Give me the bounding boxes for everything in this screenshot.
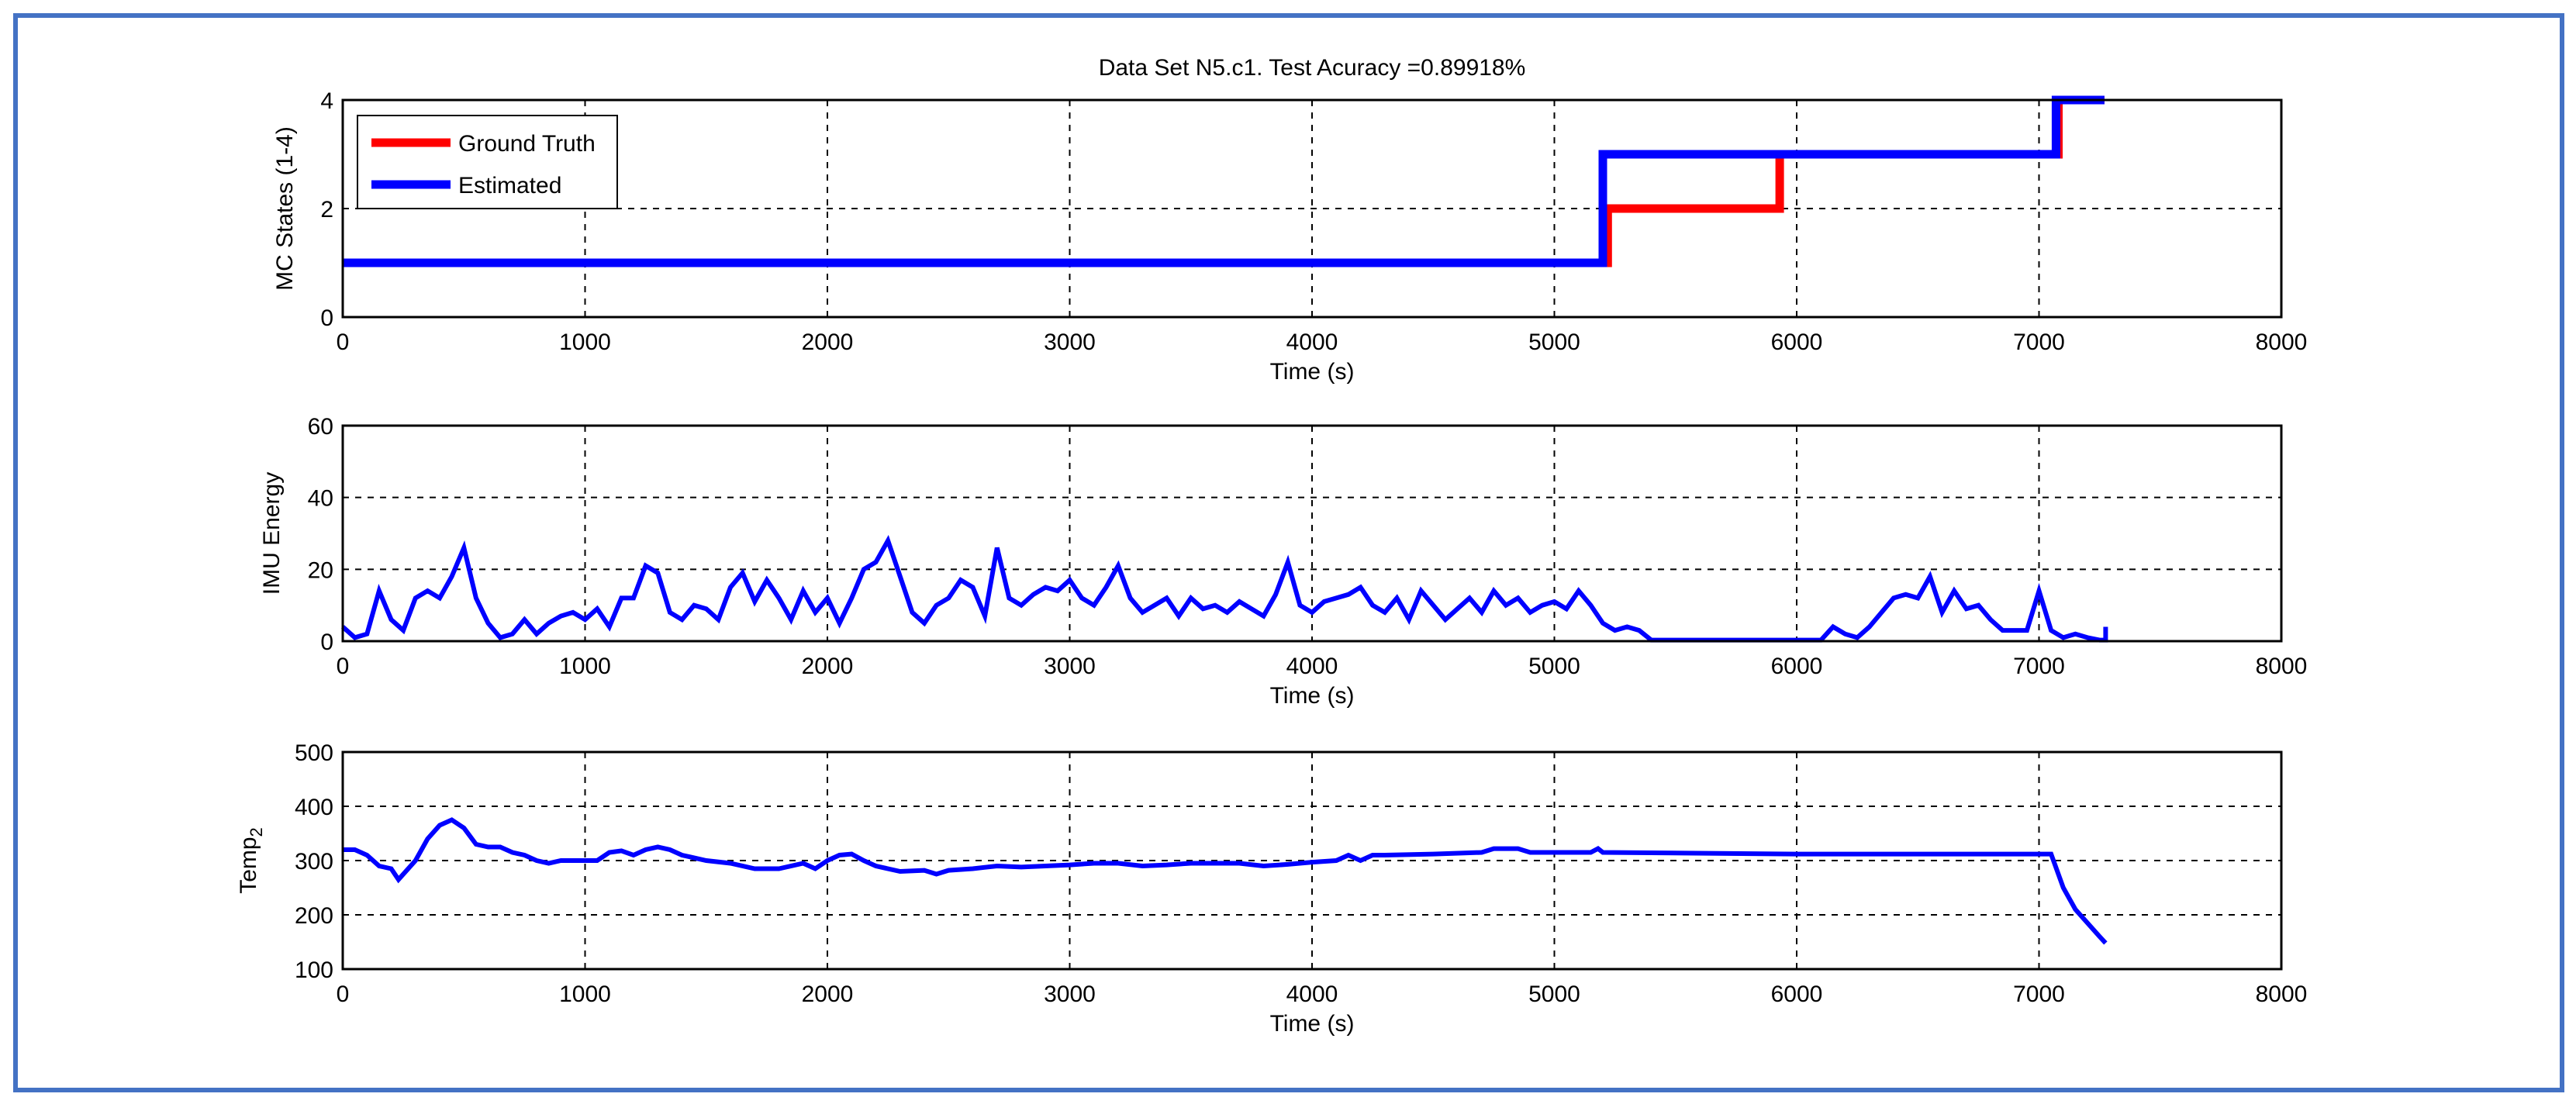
y-tick-label: 40 [308, 486, 333, 512]
temperature-axes: 0 1000 2000 3000 4000 5000 6000 7000 8000 100 200 3… [236, 740, 2307, 1037]
y-axis-label: MC States (1-4) [272, 126, 298, 291]
x-tick-label: 2000 [802, 982, 854, 1007]
x-tick-label: 7000 [2013, 982, 2065, 1007]
x-tick-label: 7000 [2013, 654, 2065, 679]
y-axis-label: Temp2 [236, 827, 266, 894]
y-axis-label-text: MC States (1-4) [272, 126, 298, 291]
legend-label-estimated: Estimated [458, 173, 561, 198]
legend: Ground Truth Estimated [357, 115, 618, 209]
y-tick-label: 20 [308, 557, 333, 583]
x-tick-label: 4000 [1286, 654, 1338, 679]
x-tick-label: 3000 [1044, 654, 1096, 679]
x-tick-label: 6000 [1771, 329, 1823, 355]
x-tick-label: 2000 [802, 654, 854, 679]
x-tick-label: 2000 [802, 329, 854, 355]
x-tick-label: 4000 [1286, 982, 1338, 1007]
y-tick-label: 200 [295, 903, 333, 929]
x-tick-label: 4000 [1286, 329, 1338, 355]
y-tick-label: 0 [320, 305, 333, 331]
y-tick-label: 100 [295, 957, 333, 983]
chart-title: Data Set N5.c1. Test Acuracy =0.89918% [1099, 55, 1526, 81]
x-tick-label: 0 [337, 654, 350, 679]
y-tick-label: 2 [320, 197, 333, 223]
x-tick-label: 1000 [559, 982, 611, 1007]
y-tick-label: 0 [320, 630, 333, 655]
y-axis-label-text: Temp [236, 837, 261, 893]
y-tick-label: 60 [308, 414, 333, 440]
y-tick-label: 500 [295, 740, 333, 766]
y-tick-label: 300 [295, 849, 333, 875]
x-tick-label: 8000 [2256, 982, 2308, 1007]
x-tick-label: 7000 [2013, 329, 2065, 355]
x-tick-label: 0 [337, 329, 350, 355]
figure: Data Set N5.c1. Test Acuracy =0.89918% 0… [236, 55, 2308, 1037]
y-axis-label-subscript: 2 [247, 827, 266, 837]
x-tick-label: 5000 [1528, 982, 1580, 1007]
y-tick-label: 4 [320, 88, 333, 114]
x-tick-label: 1000 [559, 329, 611, 355]
y-axis-label: IMU Energy [259, 472, 285, 595]
x-tick-label: 5000 [1528, 654, 1580, 679]
imu-energy-axes: 0 1000 2000 3000 4000 5000 6000 7000 8000 0 20 40 60… [259, 414, 2307, 709]
x-tick-label: 8000 [2256, 329, 2308, 355]
x-tick-label: 1000 [559, 654, 611, 679]
x-tick-label: 6000 [1771, 654, 1823, 679]
plot-area [343, 426, 2281, 641]
x-tick-label: 3000 [1044, 982, 1096, 1007]
x-axis-label: Time (s) [1270, 359, 1355, 385]
x-tick-label: 6000 [1771, 982, 1823, 1007]
x-tick-label: 5000 [1528, 329, 1580, 355]
x-tick-label: 8000 [2256, 654, 2308, 679]
legend-label-ground-truth: Ground Truth [458, 131, 596, 157]
y-tick-label: 400 [295, 795, 333, 820]
x-tick-label: 0 [337, 982, 350, 1007]
y-axis-label-text: IMU Energy [259, 472, 285, 595]
x-tick-label: 3000 [1044, 329, 1096, 355]
x-axis-label: Time (s) [1270, 1011, 1355, 1037]
x-axis-label: Time (s) [1270, 683, 1355, 709]
